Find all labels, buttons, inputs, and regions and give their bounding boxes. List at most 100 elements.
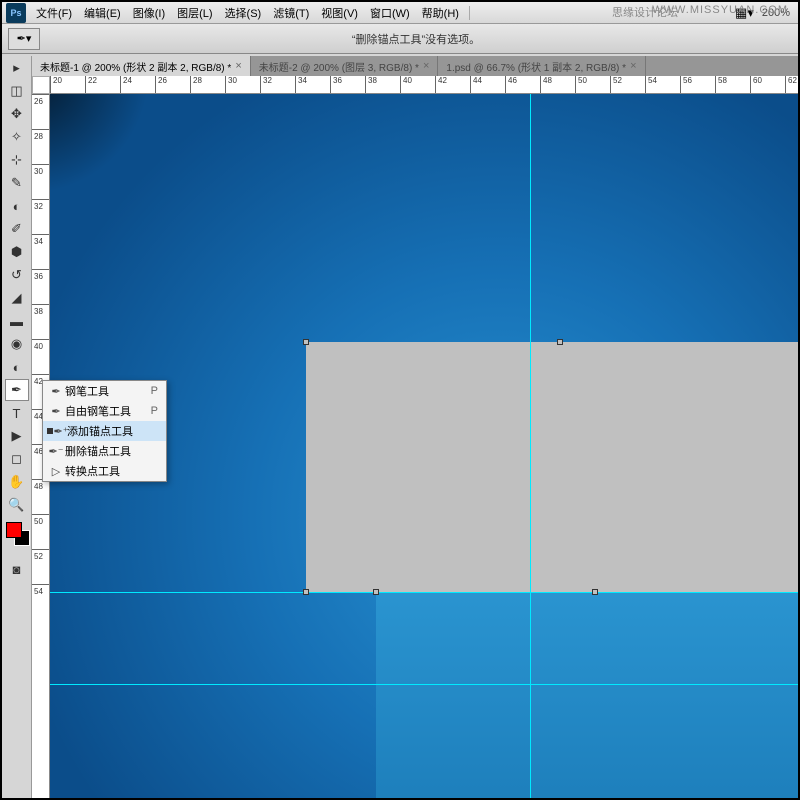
- horizontal-ruler[interactable]: 2022242628303234363840424446485052545658…: [50, 76, 798, 94]
- tool-preset-picker[interactable]: ✒▾: [8, 28, 40, 50]
- menu-help[interactable]: 帮助(H): [416, 5, 465, 21]
- tools-panel: ▸ ◫ ✥ ✧ ⊹ ✎ ◐ ✐ ⬢ ↺ ◢ ▬ ◉ ◐ ✒ T ▶ ◻ ✋ 🔍 …: [2, 56, 32, 798]
- ruler-tick: 20: [50, 76, 85, 93]
- ruler-tick: 28: [190, 76, 225, 93]
- ruler-tick: 58: [715, 76, 750, 93]
- zoom-tool[interactable]: 🔍: [5, 494, 29, 516]
- dodge-icon: ◐: [13, 360, 21, 375]
- delete-anchor-icon: ✒⁻: [47, 443, 65, 459]
- menu-label: 转换点工具: [65, 463, 162, 479]
- shape-gray-rect[interactable]: [306, 342, 798, 592]
- transform-handle[interactable]: [373, 589, 379, 595]
- ruler-tick: 50: [575, 76, 610, 93]
- ruler-tick: 60: [750, 76, 785, 93]
- crop-tool[interactable]: ⊹: [5, 149, 29, 171]
- menu-file[interactable]: 文件(F): [30, 5, 78, 21]
- menu-select[interactable]: 选择(S): [219, 5, 268, 21]
- ruler-tick: 26: [155, 76, 190, 93]
- menu-layer[interactable]: 图层(L): [171, 5, 218, 21]
- ruler-tick: 38: [32, 304, 49, 339]
- vignette-corner: [50, 94, 150, 194]
- shape-tool[interactable]: ◻: [5, 448, 29, 470]
- brush-tool[interactable]: ✐: [5, 218, 29, 240]
- history-brush-tool[interactable]: ↺: [5, 264, 29, 286]
- active-indicator: [47, 428, 53, 434]
- marquee-tool[interactable]: ◫: [5, 80, 29, 102]
- menu-filter[interactable]: 滤镜(T): [267, 5, 315, 21]
- menu-convert-point-tool[interactable]: ▷ 转换点工具: [43, 461, 166, 481]
- menu-add-anchor-tool[interactable]: ✒⁺ 添加锚点工具: [43, 421, 166, 441]
- dodge-tool[interactable]: ◐: [5, 356, 29, 378]
- menu-label: 添加锚点工具: [67, 423, 162, 439]
- tab-label: 未标题-2 @ 200% (图层 3, RGB/8) *: [259, 59, 419, 74]
- ruler-tick: 62: [785, 76, 798, 93]
- move-tool[interactable]: ▸: [5, 57, 29, 79]
- menu-window[interactable]: 窗口(W): [364, 5, 416, 21]
- ruler-tick: 48: [32, 479, 49, 514]
- path-select-tool[interactable]: ▶: [5, 425, 29, 447]
- menu-label: 自由钢笔工具: [65, 403, 151, 419]
- ruler-tick: 44: [470, 76, 505, 93]
- ruler-tick: 30: [32, 164, 49, 199]
- transform-handle[interactable]: [303, 589, 309, 595]
- menu-freeform-pen-tool[interactable]: ✒ 自由钢笔工具 P: [43, 401, 166, 421]
- heal-tool[interactable]: ◐: [5, 195, 29, 217]
- transform-handle[interactable]: [303, 339, 309, 345]
- menu-delete-anchor-tool[interactable]: ✒⁻ 删除锚点工具: [43, 441, 166, 461]
- app-logo: Ps: [6, 3, 26, 23]
- ruler-tick: 52: [610, 76, 645, 93]
- gradient-icon: ▬: [10, 314, 23, 329]
- eraser-tool[interactable]: ◢: [5, 287, 29, 309]
- blur-tool[interactable]: ◉: [5, 333, 29, 355]
- stamp-tool[interactable]: ⬢: [5, 241, 29, 263]
- menu-view[interactable]: 视图(V): [315, 5, 364, 21]
- ruler-tick: 50: [32, 514, 49, 549]
- type-icon: T: [13, 406, 21, 421]
- tab-label: 未标题-1 @ 200% (形状 2 副本 2, RGB/8) *: [40, 59, 231, 74]
- options-bar: ✒▾ “删除锚点工具”没有选项。: [2, 24, 798, 54]
- hand-icon: ✋: [8, 474, 24, 490]
- ruler-tick: 28: [32, 129, 49, 164]
- quickmask-tool[interactable]: ◙: [5, 558, 29, 580]
- guide-vertical[interactable]: [530, 94, 531, 798]
- menu-pen-tool[interactable]: ✒ 钢笔工具 P: [43, 381, 166, 401]
- document-tab-2[interactable]: 未标题-2 @ 200% (图层 3, RGB/8) * ×: [251, 56, 439, 76]
- ruler-tick: 54: [645, 76, 680, 93]
- lasso-icon: ✥: [11, 106, 22, 122]
- type-tool[interactable]: T: [5, 402, 29, 424]
- hand-tool[interactable]: ✋: [5, 471, 29, 493]
- foreground-color-swatch[interactable]: [6, 522, 22, 538]
- wand-tool[interactable]: ✧: [5, 126, 29, 148]
- pen-icon: ✒: [47, 383, 65, 399]
- ruler-tick: 32: [32, 199, 49, 234]
- guide-horizontal[interactable]: [50, 592, 798, 593]
- blur-icon: ◉: [11, 336, 22, 352]
- close-icon[interactable]: ×: [235, 60, 241, 72]
- color-swatches[interactable]: [4, 522, 29, 552]
- guide-horizontal[interactable]: [50, 684, 798, 685]
- document-tab-3[interactable]: 1.psd @ 66.7% (形状 1 副本 2, RGB/8) * ×: [438, 56, 645, 76]
- eyedropper-tool[interactable]: ✎: [5, 172, 29, 194]
- close-icon[interactable]: ×: [630, 60, 636, 72]
- document-tab-1[interactable]: 未标题-1 @ 200% (形状 2 副本 2, RGB/8) * ×: [32, 56, 251, 76]
- menu-edit[interactable]: 编辑(E): [78, 5, 127, 21]
- ruler-tick: 42: [435, 76, 470, 93]
- menu-label: 删除锚点工具: [65, 443, 162, 459]
- ruler-tick: 32: [260, 76, 295, 93]
- move-icon: ▸: [13, 60, 20, 76]
- add-anchor-icon: ✒⁺: [55, 423, 67, 439]
- transform-handle[interactable]: [592, 589, 598, 595]
- rect-icon: ◻: [11, 451, 22, 467]
- marquee-icon: ◫: [10, 83, 22, 99]
- lasso-tool[interactable]: ✥: [5, 103, 29, 125]
- transform-handle[interactable]: [557, 339, 563, 345]
- shape-blue-rect[interactable]: [376, 592, 798, 798]
- menu-image[interactable]: 图像(I): [127, 5, 171, 21]
- ruler-tick: 36: [330, 76, 365, 93]
- ruler-tick: 34: [32, 234, 49, 269]
- close-icon[interactable]: ×: [423, 60, 429, 72]
- gradient-tool[interactable]: ▬: [5, 310, 29, 332]
- pen-tool[interactable]: ✒: [5, 379, 29, 401]
- ruler-origin[interactable]: [32, 76, 50, 94]
- ruler-tick: 26: [32, 94, 49, 129]
